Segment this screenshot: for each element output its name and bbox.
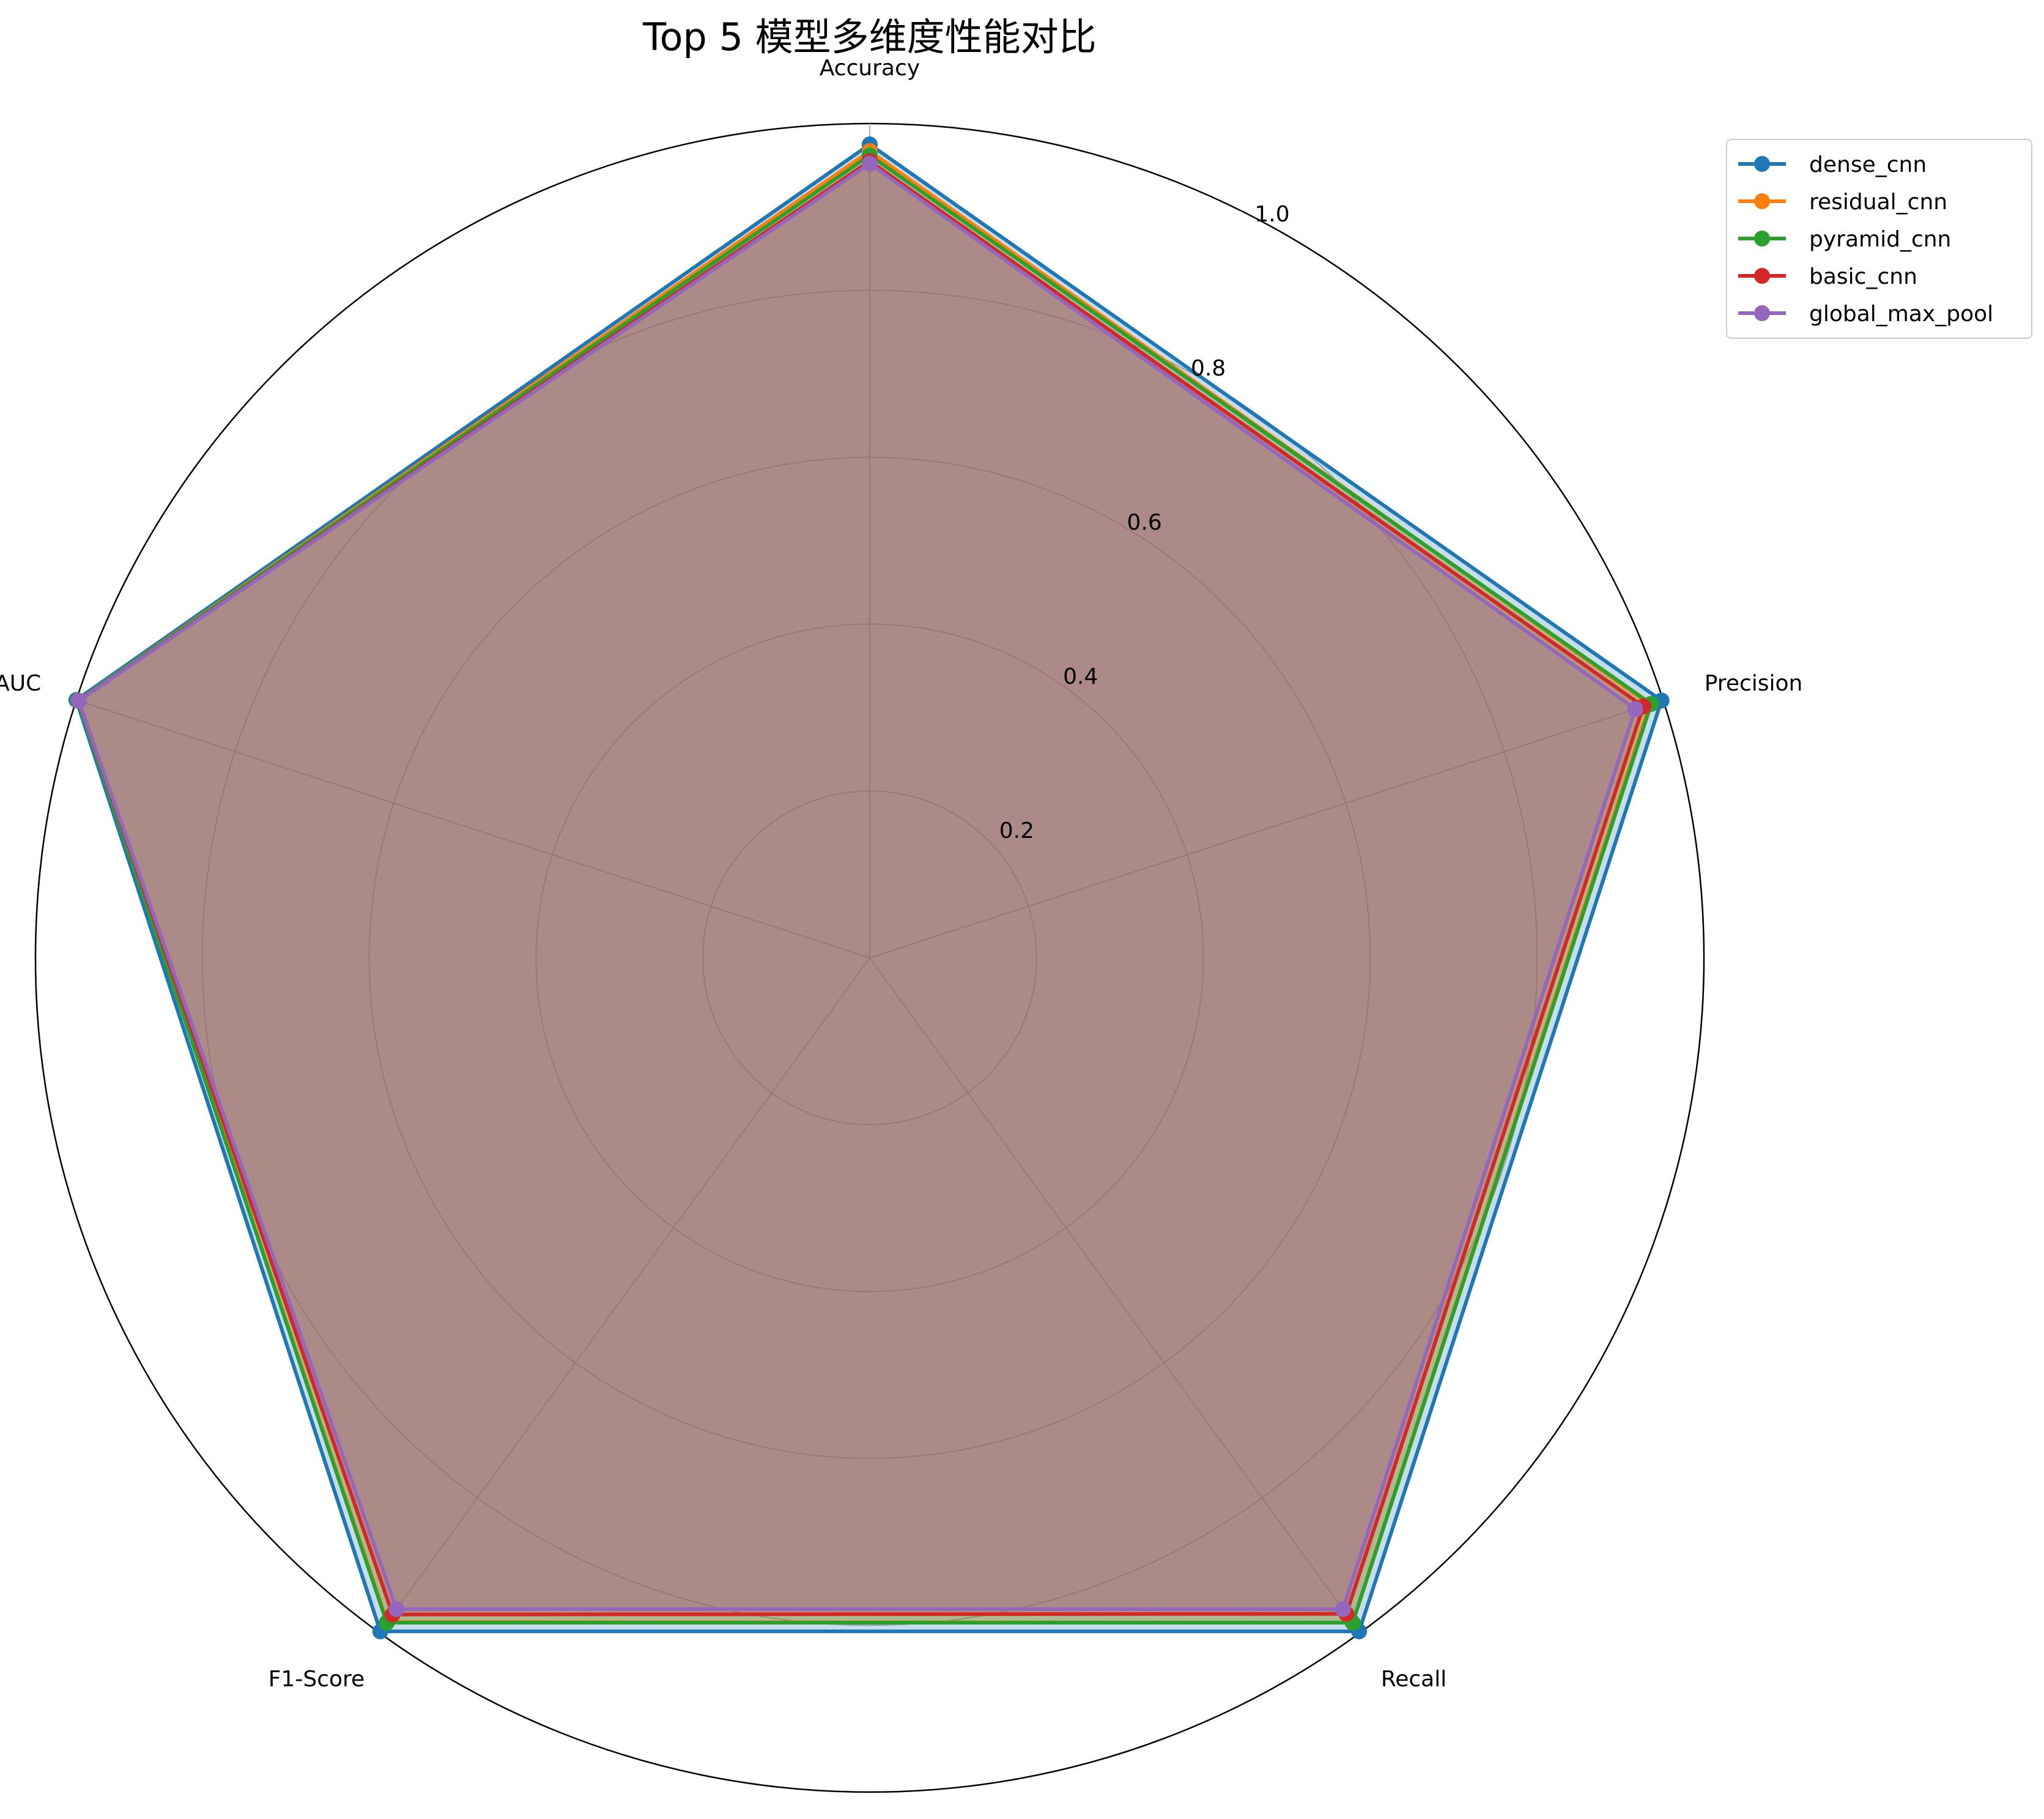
legend-marker-pyramid-cnn	[1754, 231, 1770, 246]
data-point-global-max-pool-auc	[70, 692, 87, 709]
legend-label-residual-cnn: residual_cnn	[1809, 190, 1947, 215]
radial-tick-label: 0.8	[1191, 356, 1226, 381]
legend-marker-basic-cnn	[1754, 268, 1770, 284]
axis-label-precision: Precision	[1705, 671, 1803, 696]
radar-chart-svg: Top 5 模型多维度性能对比 0.2 0.4 0.6 0.8 1.0 Accuracy…	[0, 15, 2032, 1793]
axis-label-auc: AUC	[0, 671, 41, 696]
legend-label-pyramid-cnn: pyramid_cnn	[1809, 227, 1951, 252]
radar-chart: Top 5 模型多维度性能对比 0.2 0.4 0.6 0.8 1.0 Accuracy…	[0, 0, 2044, 1816]
radial-tick-label: 0.6	[1127, 510, 1162, 535]
data-point-global-max-pool-f1-score	[388, 1601, 405, 1617]
radial-tick-label: 1.0	[1254, 202, 1289, 227]
radar-series	[68, 136, 1670, 1640]
data-point-global-max-pool-recall	[1335, 1601, 1351, 1617]
chart-title: Top 5 模型多维度性能对比	[642, 15, 1097, 59]
axis-label-f1-score: F1-Score	[268, 1667, 365, 1692]
data-point-global-max-pool-precision	[1627, 701, 1643, 717]
radial-tick-label: 0.2	[999, 818, 1034, 843]
legend-label-dense-cnn: dense_cnn	[1809, 152, 1927, 177]
legend-label-global-max-pool: global_max_pool	[1809, 302, 1993, 327]
data-point-global-max-pool-accuracy	[862, 155, 878, 172]
legend-marker-dense-cnn	[1754, 156, 1770, 172]
legend-marker-global-max-pool	[1754, 305, 1770, 321]
radial-tick-label: 0.4	[1063, 664, 1098, 689]
axis-label-recall: Recall	[1381, 1667, 1446, 1692]
axis-label-accuracy: Accuracy	[820, 56, 920, 81]
legend-marker-residual-cnn	[1754, 193, 1770, 209]
legend-label-basic-cnn: basic_cnn	[1809, 264, 1917, 289]
legend: dense_cnn residual_cnn pyramid_cnn basic_cn…	[1726, 139, 2032, 339]
